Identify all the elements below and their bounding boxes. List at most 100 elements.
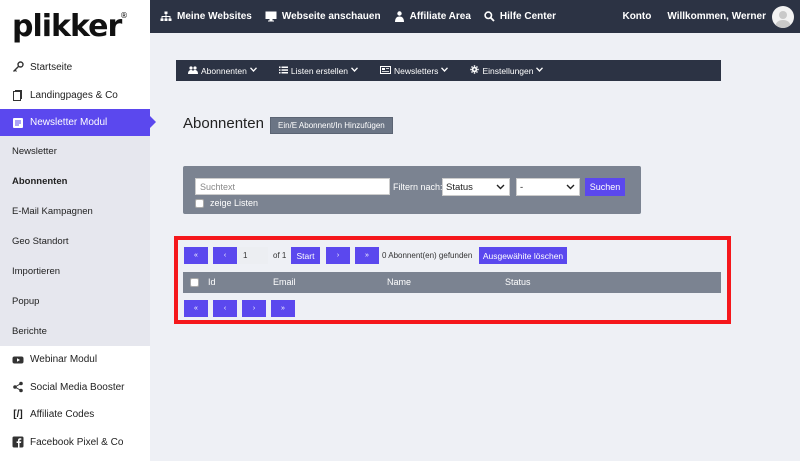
- show-lists-label: zeige Listen: [210, 198, 259, 208]
- top-navbar: Meine Websites Webseite anschauen Affili…: [150, 0, 800, 33]
- topnav-label: Meine Websites: [177, 11, 252, 22]
- pagination-bottom-prev-button[interactable]: ‹: [213, 300, 237, 317]
- search-input[interactable]: Suchtext: [195, 178, 390, 195]
- list-select-value: -: [520, 181, 524, 193]
- sidebar-item-landingpages[interactable]: Landingpages & Co: [0, 81, 150, 109]
- page-title: Abonnenten: [183, 115, 264, 132]
- brand-logo[interactable]: plikker ®: [0, 0, 150, 53]
- sidebar-subitem-geo[interactable]: Geo Standort: [0, 226, 150, 256]
- sidebar-item-label: Social Media Booster: [30, 381, 125, 393]
- sidebar-subitem-popup[interactable]: Popup: [0, 286, 150, 316]
- pagination-bottom-first-button[interactable]: «: [184, 300, 208, 317]
- sidebar-subitem-label: Popup: [12, 295, 40, 307]
- delete-selected-button[interactable]: Ausgewähite löschen: [479, 247, 567, 264]
- chevron-down-icon: [249, 67, 257, 74]
- sidebar-subitem-label: Geo Standort: [12, 235, 69, 247]
- add-subscriber-button[interactable]: Ein/E Abonnent/In Hinzufügen: [270, 117, 393, 134]
- users-icon: [188, 65, 198, 76]
- konto-link[interactable]: Konto: [622, 11, 651, 22]
- pagination-prev-button[interactable]: ‹: [213, 247, 237, 264]
- sidebar-subitem-label: Berichte: [12, 325, 47, 337]
- monitor-icon: [265, 11, 277, 22]
- chevron-down-icon: [441, 67, 449, 74]
- chevron-down-icon: [351, 67, 359, 74]
- newspaper-icon: [380, 65, 392, 76]
- topnav-meine-websites[interactable]: Meine Websites: [160, 11, 252, 22]
- sidebar-item-label: Landingpages & Co: [30, 89, 118, 101]
- status-select[interactable]: Status: [442, 178, 510, 196]
- list-icon: [278, 66, 288, 76]
- key-icon: [12, 61, 24, 73]
- chevron-down-icon: [496, 182, 505, 194]
- table-header: Id Email Name Status: [183, 272, 721, 293]
- page-count-text: of 1: [273, 251, 287, 260]
- topnav-webseite-anschauen[interactable]: Webseite anschauen: [265, 11, 381, 22]
- sidebar-subitem-label: Abonnenten: [12, 175, 68, 187]
- welcome-user[interactable]: Willkommen, Werner: [667, 11, 766, 22]
- column-header-status[interactable]: Status: [505, 277, 531, 287]
- sidebar-subitem-label: E-Mail Kampagnen: [12, 205, 93, 217]
- chevron-down-icon: [566, 182, 575, 194]
- page-number-input[interactable]: 1: [238, 247, 268, 264]
- pagination-last-button[interactable]: »: [355, 247, 379, 264]
- filter-label: Filtern nach:: [393, 182, 443, 192]
- sidebar-subitem-importieren[interactable]: Importieren: [0, 256, 150, 286]
- sidebar-item-startseite[interactable]: Startseite: [0, 53, 150, 81]
- menu-label: Listen erstellen: [290, 65, 349, 76]
- subscriber-menu-bar: Abonnenten Listen erstellen Newsletters …: [176, 60, 721, 81]
- select-all-checkbox[interactable]: [190, 278, 199, 287]
- sidebar-item-newsletter-modul[interactable]: Newsletter Modul: [0, 109, 156, 136]
- logo-registered: ®: [120, 11, 128, 20]
- show-lists-checkbox[interactable]: [195, 198, 204, 208]
- show-lists-option[interactable]: zeige Listen: [195, 198, 258, 208]
- search-button[interactable]: Suchen: [585, 178, 625, 196]
- topnav-label: Affiliate Area: [409, 11, 471, 22]
- sidebar-item-label: Startseite: [30, 61, 73, 73]
- users-icon: [394, 11, 404, 22]
- menu-abonnenten[interactable]: Abonnenten: [188, 66, 257, 76]
- topnav-affiliate-area[interactable]: Affiliate Area: [394, 11, 471, 22]
- sidebar-subitem-berichte[interactable]: Berichte: [0, 316, 150, 346]
- menu-label: Abonnenten: [201, 65, 247, 76]
- share-icon: [12, 381, 24, 393]
- pagination-next-button[interactable]: ›: [326, 247, 350, 264]
- topnav-hilfe-center[interactable]: Hilfe Center: [484, 11, 556, 22]
- sidebar-subitem-label: Importieren: [12, 265, 61, 277]
- sitemap-icon: [160, 11, 172, 21]
- search-icon: [484, 11, 495, 22]
- pagination-start-button[interactable]: Start: [291, 247, 320, 264]
- gear-icon: [470, 65, 480, 76]
- sidebar: plikker ® Startseite Landingpages & Co N…: [0, 0, 156, 461]
- sidebar-submenu: Newsletter Abonnenten E-Mail Kampagnen G…: [0, 136, 150, 346]
- logo-text: plikker: [12, 9, 122, 44]
- sidebar-item-label: Newsletter Modul: [30, 117, 108, 128]
- menu-label: Einstellungen: [482, 65, 534, 76]
- sidebar-item-affiliate-codes[interactable]: [/] Affiliate Codes: [0, 401, 150, 429]
- topnav-label: Hilfe Center: [499, 11, 557, 22]
- sidebar-item-social[interactable]: Social Media Booster: [0, 374, 150, 402]
- sidebar-subitem-newsletter[interactable]: Newsletter: [0, 136, 150, 166]
- facebook-icon: [12, 436, 24, 448]
- pagination-first-button[interactable]: «: [184, 247, 208, 264]
- sidebar-item-label: Webinar Modul: [30, 354, 98, 366]
- menu-listen-erstellen[interactable]: Listen erstellen: [278, 65, 359, 76]
- topnav-label: Webseite anschauen: [281, 11, 381, 22]
- column-header-id[interactable]: Id: [208, 277, 216, 287]
- sidebar-item-webinar[interactable]: Webinar Modul: [0, 346, 150, 374]
- pagination-bottom-next-button[interactable]: ›: [242, 300, 266, 317]
- sidebar-subitem-label: Newsletter: [12, 145, 57, 157]
- avatar[interactable]: [772, 5, 794, 28]
- pagination-bottom-last-button[interactable]: »: [271, 300, 295, 317]
- youtube-icon: [12, 354, 24, 366]
- sidebar-subitem-kampagnen[interactable]: E-Mail Kampagnen: [0, 196, 150, 226]
- sidebar-subitem-abonnenten[interactable]: Abonnenten: [0, 166, 150, 196]
- column-header-email[interactable]: Email: [273, 277, 296, 287]
- sidebar-item-facebook[interactable]: Facebook Pixel & Co: [0, 429, 150, 457]
- status-select-value: Status: [446, 181, 473, 193]
- menu-einstellungen[interactable]: Einstellungen: [470, 65, 544, 76]
- column-header-name[interactable]: Name: [387, 277, 411, 287]
- list-select[interactable]: -: [516, 178, 580, 196]
- results-count-text: 0 Abonnent(en) gefunden: [382, 251, 473, 260]
- user-avatar-icon: [775, 10, 791, 28]
- menu-newsletters[interactable]: Newsletters: [380, 65, 449, 76]
